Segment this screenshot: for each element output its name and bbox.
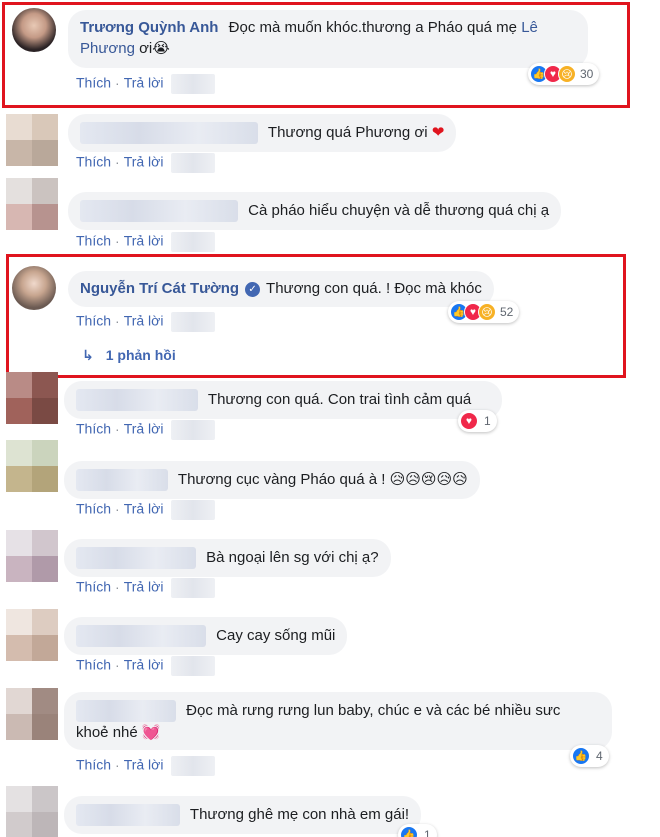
like-link[interactable]: Thích [76, 579, 111, 595]
timestamp-blurred[interactable] [171, 756, 216, 776]
comment-text: Thương cục vàng Pháo quá à ! [177, 471, 386, 488]
like-reaction-icon: 👍 [400, 826, 418, 837]
reaction-summary[interactable]: 👍 1 [398, 824, 437, 837]
comment-bubble: Thương quá Phương ơi ❤ [68, 114, 457, 152]
timestamp-blurred[interactable] [171, 500, 216, 520]
sad-emoji-group: 😥😥😢😥😥 [389, 470, 468, 488]
blurred-author[interactable] [76, 804, 180, 826]
reply-link[interactable]: Trả lời [124, 657, 164, 673]
comment-actions: Thích · Trả lời [76, 578, 216, 598]
avatar[interactable] [6, 440, 58, 492]
like-link[interactable]: Thích [76, 233, 111, 249]
avatar[interactable] [6, 178, 58, 230]
separator: · [115, 756, 120, 773]
comment-actions: Thích · Trả lời [76, 500, 216, 520]
reply-link[interactable]: Trả lời [124, 154, 164, 170]
comment-bubble: Thương con quá. Con trai tình cảm quá [64, 381, 502, 419]
highlight-box [6, 254, 626, 378]
separator: · [115, 500, 120, 517]
comment-actions: Thích · Trả lời [76, 420, 216, 440]
avatar[interactable] [6, 530, 58, 582]
timestamp-blurred[interactable] [171, 420, 216, 440]
comment-actions: Thích · Trả lời [76, 153, 216, 173]
reply-link[interactable]: Trả lời [124, 501, 164, 517]
reaction-summary[interactable]: 👍 4 [570, 745, 609, 767]
like-reaction-icon: 👍 [572, 747, 590, 765]
comment-text: Đọc mà rưng rưng lun baby, chúc e và các… [186, 701, 561, 719]
separator: · [115, 153, 120, 170]
comment-actions: Thích · Trả lời [76, 656, 216, 676]
comment-bubble: Đọc mà rưng rưng lun baby, chúc e và các… [64, 692, 612, 750]
separator: · [115, 656, 120, 673]
like-link[interactable]: Thích [76, 421, 111, 437]
reply-link[interactable]: Trả lời [124, 421, 164, 437]
comment-text: Thương ghê mẹ con nhà em gái! [189, 805, 410, 823]
avatar[interactable] [6, 114, 58, 166]
separator: · [115, 420, 120, 437]
like-link[interactable]: Thích [76, 757, 111, 773]
blurred-author[interactable] [80, 200, 238, 222]
heart-emoji: ❤ [431, 123, 445, 141]
comment-text: Thương con quá. Con trai tình cảm quá [207, 390, 472, 408]
blurred-author[interactable] [80, 122, 258, 144]
comment-text: Bà ngoại lên sg với chị ạ? [206, 548, 379, 566]
timestamp-blurred[interactable] [171, 153, 216, 173]
like-link[interactable]: Thích [76, 501, 111, 517]
comment-text: Cay cay sống mũi [216, 626, 336, 644]
reaction-count: 4 [596, 749, 603, 763]
love-reaction-icon: ♥ [460, 412, 478, 430]
comment-text: Thương quá Phương ơi [267, 123, 428, 141]
reply-link[interactable]: Trả lời [124, 233, 164, 249]
blurred-author[interactable] [76, 389, 198, 411]
comment-actions: Thích · Trả lời [76, 232, 216, 252]
like-link[interactable]: Thích [76, 154, 111, 170]
separator: · [115, 578, 120, 595]
timestamp-blurred[interactable] [171, 232, 216, 252]
comment-bubble: Cà pháo hiểu chuyện và dễ thương quá chị… [68, 192, 562, 230]
highlight-box [2, 2, 630, 108]
comment-text-line2: khoẻ nhé [76, 724, 138, 741]
comment-bubble: Bà ngoại lên sg với chị ạ? [64, 539, 391, 577]
reply-link[interactable]: Trả lời [124, 757, 164, 773]
comment-text: Cà pháo hiểu chuyện và dễ thương quá chị… [248, 201, 550, 219]
blurred-author[interactable] [76, 625, 206, 647]
separator: · [115, 232, 120, 249]
avatar[interactable] [6, 372, 58, 424]
blurred-author[interactable] [76, 547, 196, 569]
reply-link[interactable]: Trả lời [124, 579, 164, 595]
timestamp-blurred[interactable] [171, 578, 216, 598]
reaction-count: 1 [424, 828, 431, 837]
comment-bubble: Cay cay sống mũi [64, 617, 348, 655]
blurred-author[interactable] [76, 700, 176, 722]
heart-emoji: 💓 [141, 723, 161, 741]
reaction-count: 1 [484, 414, 491, 428]
comment-bubble: Thương ghê mẹ con nhà em gái! [64, 796, 422, 834]
timestamp-blurred[interactable] [171, 656, 216, 676]
blurred-author[interactable] [76, 469, 168, 492]
avatar[interactable] [6, 786, 58, 837]
avatar[interactable] [6, 688, 58, 740]
comment-bubble: Thương cục vàng Pháo quá à ! 😥😥😢😥😥 [64, 461, 480, 500]
like-link[interactable]: Thích [76, 657, 111, 673]
comment-actions: Thích · Trả lời [76, 756, 216, 776]
reaction-summary[interactable]: ♥ 1 [458, 410, 497, 432]
avatar[interactable] [6, 609, 58, 661]
